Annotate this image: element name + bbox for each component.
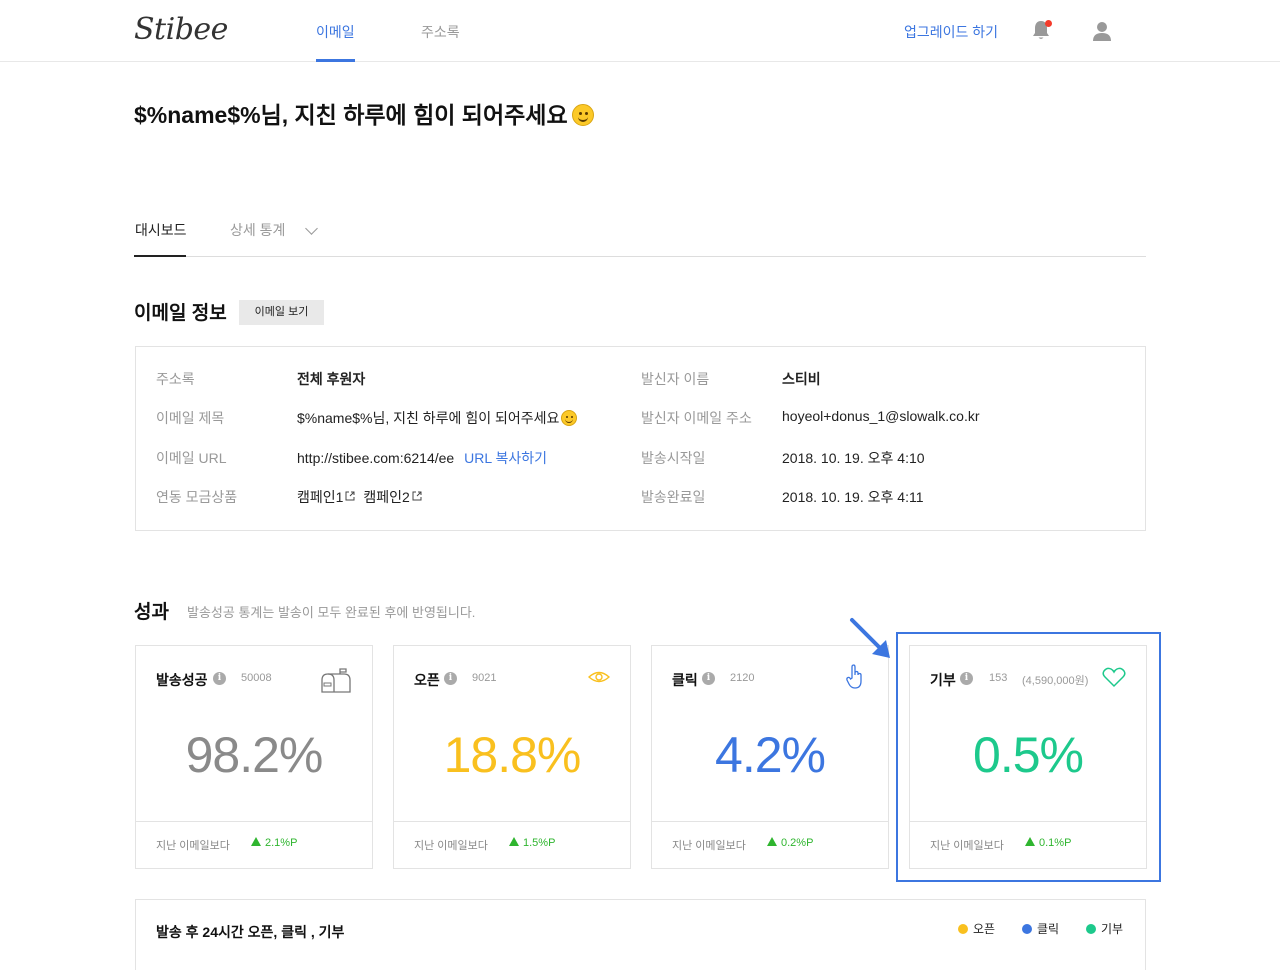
- subject-text: $%name$%님, 지친 하루에 힘이 되어주세요: [297, 410, 560, 426]
- card-title: 클릭: [672, 672, 698, 688]
- top-nav-bar: Stibee 이메일 주소록 업그레이드 하기: [0, 0, 1280, 62]
- campaign-1-link[interactable]: 캠페인1: [297, 489, 343, 505]
- card-divider: [136, 821, 372, 822]
- tab-dashboard[interactable]: 대시보드: [135, 220, 187, 240]
- external-link-icon[interactable]: [412, 491, 422, 501]
- card-percent: 98.2%: [185, 727, 324, 783]
- card-divider: [394, 821, 630, 822]
- info-label-send-complete: 발송완료일: [641, 489, 706, 505]
- email-info-box: 주소록 전체 후원자 이메일 제목 $%name$%님, 지친 하루에 힘이 되…: [135, 346, 1146, 531]
- eye-icon: [588, 671, 610, 683]
- info-label-subject: 이메일 제목: [156, 410, 225, 426]
- active-tab-indicator: [316, 59, 355, 62]
- smile-emoji-icon: [561, 410, 578, 426]
- performance-note: 발송성공 통계는 발송이 모두 완료된 후에 반영됩니다.: [187, 605, 476, 620]
- stibee-logo[interactable]: Stibee: [134, 12, 228, 47]
- chart-24h-box: 발송 후 24시간 오픈, 클릭 , 기부 오픈 클릭 기부: [135, 899, 1146, 970]
- compare-label: 지난 이메일보다: [414, 840, 488, 852]
- legend-dot: [1086, 924, 1096, 934]
- active-subtab-indicator: [134, 255, 186, 257]
- performance-title: 성과: [134, 602, 169, 623]
- external-link-icon[interactable]: [345, 491, 355, 501]
- legend-dot: [1022, 924, 1032, 934]
- legend-open: 오픈: [958, 920, 995, 937]
- card-title: 오픈: [414, 672, 440, 688]
- chart-title-prefix: 발송 후: [156, 924, 203, 940]
- arrow-annotation-icon: [850, 618, 890, 658]
- legend-click: 클릭: [1022, 920, 1059, 937]
- legend-label: 클릭: [1037, 922, 1060, 936]
- delta-value: 0.2%P: [767, 837, 813, 849]
- info-icon[interactable]: i: [213, 672, 226, 685]
- info-value-sender-name: 스티비: [782, 371, 821, 387]
- email-info-title: 이메일 정보: [134, 303, 227, 324]
- card-divider: [652, 821, 888, 822]
- delta-text: 2.1%P: [265, 837, 298, 849]
- tab-detailed-stats[interactable]: 상세 통계: [230, 220, 285, 240]
- mailbox-icon: [321, 668, 351, 693]
- info-value-send-start: 2018. 10. 19. 오후 4:10: [782, 450, 925, 466]
- highlight-box: [896, 632, 1161, 882]
- chevron-down-icon[interactable]: [305, 222, 318, 235]
- triangle-up-icon: [251, 837, 261, 846]
- stat-card-open: 오픈 i 9021 18.8% 지난 이메일보다 1.5%P: [393, 645, 631, 869]
- delta-value: 2.1%P: [251, 837, 297, 849]
- card-percent: 4.2%: [715, 727, 826, 783]
- copy-url-link[interactable]: URL 복사하기: [464, 450, 547, 466]
- info-label-sender-name: 발신자 이름: [641, 371, 710, 387]
- campaign-2-link[interactable]: 캠페인2: [363, 489, 409, 505]
- upgrade-link[interactable]: 업그레이드 하기: [904, 22, 998, 42]
- view-email-button[interactable]: 이메일 보기: [239, 300, 324, 325]
- card-title: 발송성공: [156, 672, 208, 688]
- info-value-linked-products: 캠페인1 캠페인2: [297, 487, 422, 507]
- info-value-address-book: 전체 후원자: [297, 371, 366, 387]
- chart-24h-title: 발송 후 24시간 오픈, 클릭 , 기부: [156, 922, 344, 942]
- compare-label: 지난 이메일보다: [156, 840, 230, 852]
- info-label-send-start: 발송시작일: [641, 450, 706, 466]
- delta-text: 1.5%P: [523, 837, 556, 849]
- compare-label: 지난 이메일보다: [672, 840, 746, 852]
- info-label-address-book: 주소록: [156, 371, 195, 387]
- chart-title-suffix: 시간 오픈, 클릭 , 기부: [218, 924, 345, 940]
- card-percent: 18.8%: [443, 727, 582, 783]
- legend-donation: 기부: [1086, 920, 1123, 937]
- info-value-send-complete: 2018. 10. 19. 오후 4:11: [782, 489, 924, 505]
- info-value-subject: $%name$%님, 지친 하루에 힘이 되어주세요: [297, 408, 578, 428]
- triangle-up-icon: [767, 837, 777, 846]
- triangle-up-icon: [509, 837, 519, 846]
- delta-value: 1.5%P: [509, 837, 555, 849]
- info-icon[interactable]: i: [444, 672, 457, 685]
- chart-title-hours: 24: [202, 924, 218, 940]
- stat-card-sent: 발송성공 i 50008 98.2% 지난 이메일보다 2.1%P: [135, 645, 373, 869]
- legend-label: 기부: [1101, 922, 1124, 936]
- url-text: http://stibee.com:6214/ee: [297, 450, 455, 466]
- notification-dot: [1045, 20, 1052, 27]
- info-label-linked-products: 연동 모금상품: [156, 489, 238, 505]
- page-title: $%name$%님, 지친 하루에 힘이 되어주세요: [134, 96, 594, 130]
- card-count: 2120: [730, 672, 755, 684]
- info-value-sender-email: hoyeol+donus_1@slowalk.co.kr: [782, 408, 980, 424]
- smile-emoji-icon: [571, 104, 594, 126]
- info-label-url: 이메일 URL: [156, 450, 227, 466]
- info-value-url: http://stibee.com:6214/ee URL 복사하기: [297, 448, 547, 468]
- delta-text: 0.2%P: [781, 837, 814, 849]
- legend-label: 오픈: [973, 922, 996, 936]
- card-count: 9021: [472, 672, 497, 684]
- info-icon[interactable]: i: [702, 672, 715, 685]
- page-title-text: $%name$%님, 지친 하루에 힘이 되어주세요: [134, 102, 568, 128]
- subtabs-divider: [134, 256, 1146, 257]
- stat-card-click: 클릭 i 2120 4.2% 지난 이메일보다 0.2%P: [651, 645, 889, 869]
- tab-email[interactable]: 이메일: [316, 22, 355, 42]
- card-count: 50008: [241, 672, 272, 684]
- info-label-sender-email: 발신자 이메일 주소: [641, 410, 752, 426]
- user-icon[interactable]: [1092, 20, 1112, 42]
- legend-dot: [958, 924, 968, 934]
- tab-address-book[interactable]: 주소록: [421, 22, 460, 42]
- hand-pointer-icon: [846, 664, 862, 689]
